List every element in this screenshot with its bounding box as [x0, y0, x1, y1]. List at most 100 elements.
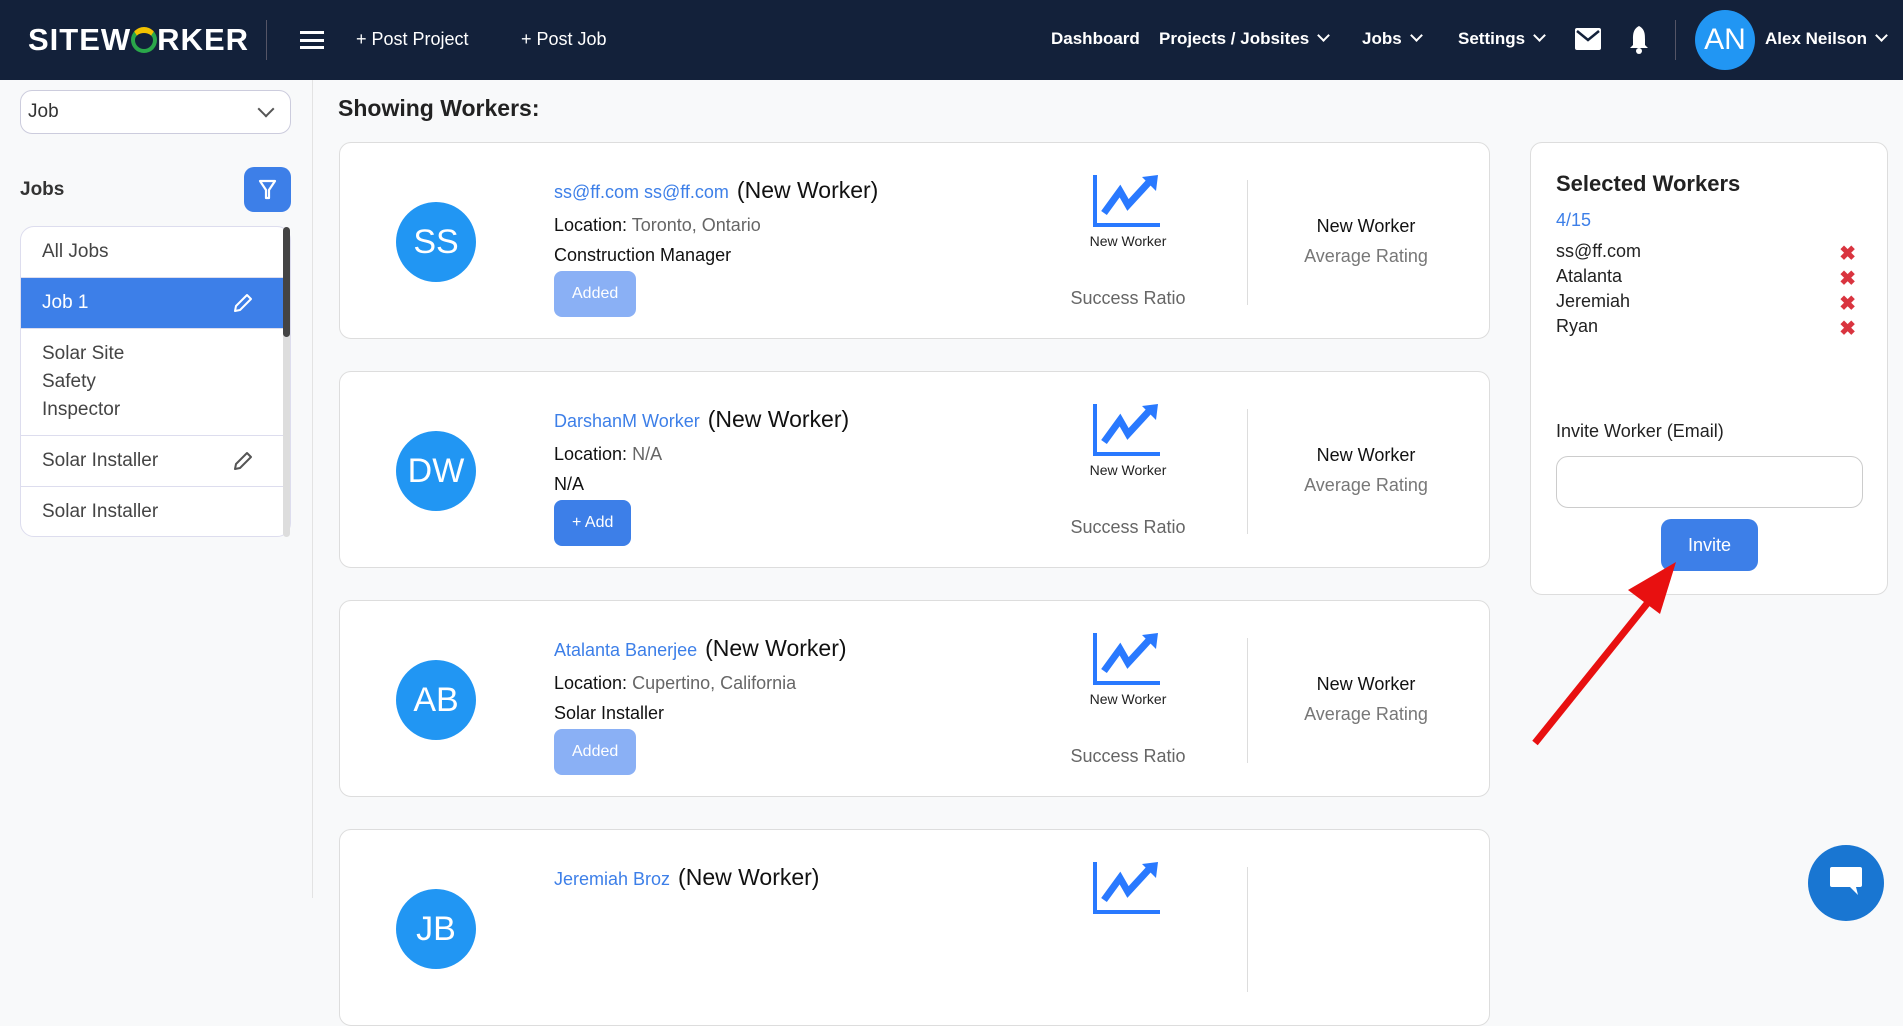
worker-card: SS ss@ff.com ss@ff.com (New Worker) Locatio… [339, 142, 1490, 339]
nav-settings-label: Settings [1458, 29, 1526, 48]
worker-card: JB Jeremiah Broz (New Worker) [339, 829, 1490, 1026]
worker-avatar: JB [396, 889, 476, 969]
worker-name-link[interactable]: DarshanM Worker [554, 411, 700, 431]
invite-email-input[interactable] [1556, 456, 1863, 508]
hamburger-menu-icon[interactable] [300, 31, 324, 49]
type-select[interactable]: Job [20, 90, 291, 134]
add-worker-button[interactable]: + Add [554, 500, 632, 546]
worker-role: Solar Installer [554, 703, 665, 723]
filter-icon [258, 179, 277, 200]
trend-chart-icon [1093, 633, 1160, 685]
trend-chart-icon [1093, 404, 1160, 456]
job-item-solar-site-safety-inspector[interactable]: Solar Site Safety Inspector [21, 329, 171, 435]
added-button[interactable]: Added [554, 729, 637, 775]
job-item-label: Solar Site Safety Inspector [42, 343, 125, 420]
chevron-down-icon [1317, 29, 1331, 42]
worker-name-row: ss@ff.com ss@ff.com (New Worker) [554, 177, 878, 204]
rating-value: New Worker [1316, 674, 1416, 694]
siteworker-logo[interactable]: SITEW RKER [28, 22, 249, 58]
remove-icon[interactable]: ✖ [1839, 266, 1856, 291]
added-button[interactable]: Added [554, 271, 637, 317]
jobs-list: All Jobs Job 1 Solar Site Safety Inspect… [20, 226, 291, 537]
worker-name-link[interactable]: Atalanta Banerjee [554, 640, 697, 660]
job-item-label: Solar Installer [42, 501, 159, 522]
nav-projects[interactable]: Projects / Jobsites [1159, 29, 1331, 49]
filter-button[interactable] [244, 167, 291, 212]
top-navbar: SITEW RKER + Post Project + Post Job Dash… [0, 0, 1903, 80]
job-item-solar-installer-2[interactable]: Solar Installer [21, 487, 284, 536]
average-rating-label: Average Rating [1304, 704, 1428, 724]
average-rating-label: Average Rating [1304, 246, 1428, 266]
selected-worker: Jeremiah ✖ [1556, 291, 1856, 315]
selected-worker: ss@ff.com ✖ [1556, 241, 1856, 265]
location-label: Location: [554, 444, 628, 464]
pencil-icon[interactable] [232, 292, 254, 314]
nav-projects-label: Projects / Jobsites [1159, 29, 1310, 48]
chevron-down-icon [1533, 29, 1546, 42]
nav-dashboard[interactable]: Dashboard [1051, 29, 1140, 49]
worker-name-row: Atalanta Banerjee (New Worker) [554, 635, 847, 662]
user-avatar[interactable]: AN [1695, 10, 1755, 70]
type-select-value: Job [28, 101, 59, 122]
sidebar: Job Jobs All Jobs Job 1 Solar Site Safet… [0, 80, 313, 898]
chevron-down-icon [1409, 29, 1423, 42]
worker-name-row: Jeremiah Broz (New Worker) [554, 864, 819, 891]
bell-icon[interactable] [1628, 25, 1650, 54]
selected-worker-name: ss@ff.com [1556, 241, 1641, 261]
worker-location: Location: N/A [554, 444, 662, 465]
worker-avatar: DW [396, 431, 476, 511]
selected-workers-panel: Selected Workers 4/15 ss@ff.com ✖ Atalanta… [1530, 142, 1888, 595]
divider [1247, 638, 1248, 763]
invite-button[interactable]: Invite [1661, 519, 1758, 571]
job-item-job-1[interactable]: Job 1 [21, 278, 284, 329]
location-label: Location: [554, 215, 628, 235]
pencil-icon[interactable] [232, 450, 254, 472]
job-item-all[interactable]: All Jobs [21, 227, 284, 278]
selected-worker: Atalanta ✖ [1556, 266, 1856, 290]
worker-tag: (New Worker) [678, 864, 820, 890]
page-title: Showing Workers: [338, 95, 540, 121]
worker-location: Location: Toronto, Ontario [554, 215, 761, 236]
job-item-label: Job 1 [42, 292, 89, 313]
selected-count: 4/15 [1556, 210, 1592, 230]
remove-icon[interactable]: ✖ [1839, 291, 1856, 316]
divider [266, 20, 267, 60]
worker-tag: (New Worker) [736, 177, 879, 203]
job-item-solar-installer[interactable]: Solar Installer [21, 436, 284, 487]
post-job-link[interactable]: + Post Job [521, 29, 607, 50]
location-label: Location: [554, 673, 628, 693]
mail-icon[interactable] [1575, 28, 1601, 50]
user-menu[interactable]: Alex Neilson [1765, 29, 1888, 49]
location-value: N/A [632, 444, 663, 464]
success-value: New Worker [1089, 233, 1167, 249]
worker-location: Location: Cupertino, California [554, 673, 796, 694]
job-item-label: All Jobs [42, 241, 109, 262]
nav-jobs[interactable]: Jobs [1362, 29, 1423, 49]
worker-role: Construction Manager [554, 245, 732, 265]
jobs-heading: Jobs [20, 179, 65, 200]
selected-worker-name: Jeremiah [1556, 291, 1631, 311]
worker-tag: (New Worker) [705, 635, 847, 661]
nav-settings[interactable]: Settings [1458, 29, 1546, 49]
selected-worker-name: Atalanta [1556, 266, 1623, 286]
jobs-list-scrollbar[interactable] [283, 227, 290, 537]
chat-button[interactable] [1808, 845, 1884, 921]
rating-value: New Worker [1316, 445, 1416, 465]
worker-name-row: DarshanM Worker (New Worker) [554, 406, 849, 433]
trend-chart-icon [1093, 862, 1160, 914]
remove-icon[interactable]: ✖ [1839, 316, 1856, 341]
average-rating-label: Average Rating [1304, 475, 1428, 495]
nav-jobs-label: Jobs [1362, 29, 1402, 48]
trend-chart-icon [1093, 175, 1160, 227]
worker-name-link[interactable]: Jeremiah Broz [554, 869, 670, 889]
divider [1247, 867, 1248, 992]
worker-card: DW DarshanM Worker (New Worker) Location: N… [339, 371, 1490, 568]
worker-tag: (New Worker) [707, 406, 850, 432]
worker-name-link[interactable]: ss@ff.com ss@ff.com [554, 182, 729, 202]
job-item-label: Solar Installer [42, 450, 159, 471]
success-value: New Worker [1089, 462, 1167, 478]
selected-worker: Ryan ✖ [1556, 316, 1856, 340]
location-value: Toronto, Ontario [631, 215, 761, 235]
post-project-link[interactable]: + Post Project [356, 29, 469, 50]
remove-icon[interactable]: ✖ [1839, 241, 1856, 266]
